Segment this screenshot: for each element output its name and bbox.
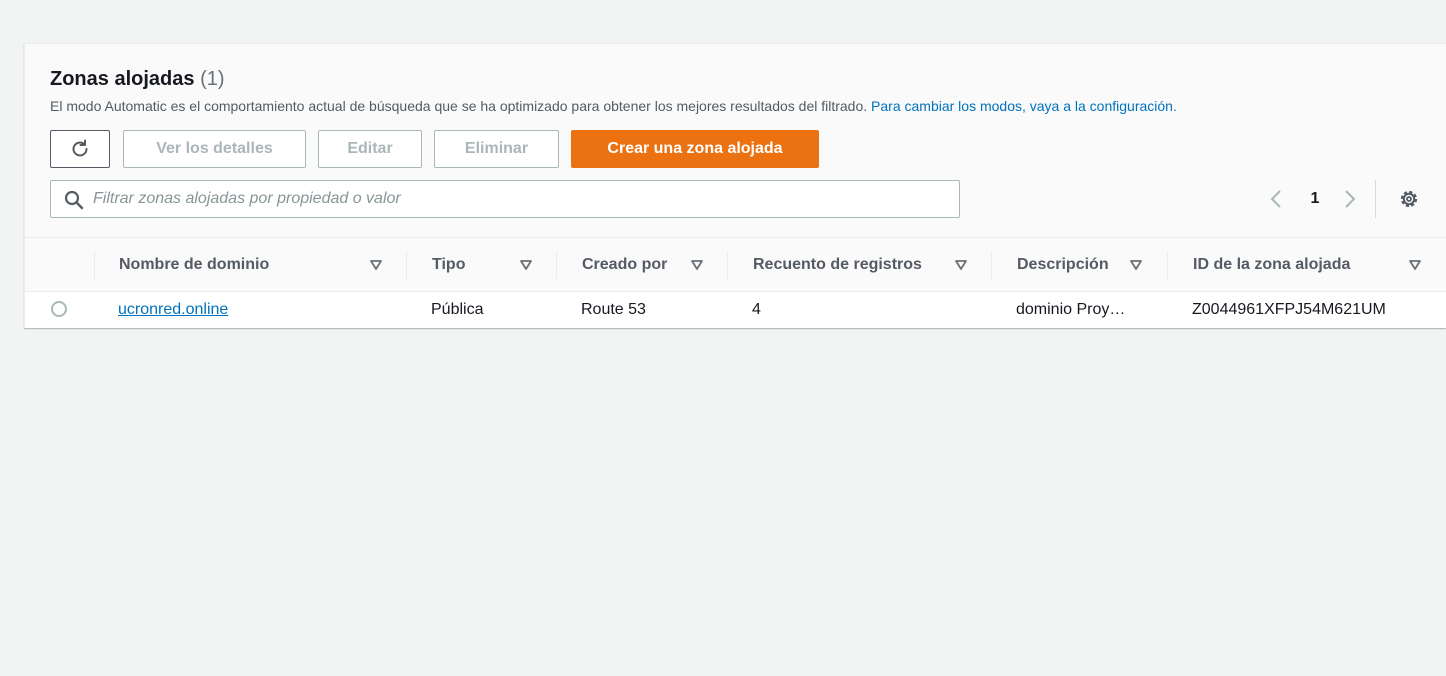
sort-icon	[1409, 260, 1421, 270]
title-count: (1)	[200, 68, 225, 90]
config-link[interactable]: Para cambiar los modos, vaya a la config…	[871, 98, 1177, 114]
column-label: Nombre de dominio	[119, 255, 270, 273]
table-header: Nombre de dominio Tipo Creado por Recuen…	[25, 238, 1446, 292]
create-hosted-zone-button[interactable]: Crear una zona alojada	[571, 130, 819, 168]
record-count-cell: 4	[752, 301, 761, 318]
edit-button[interactable]: Editar	[318, 130, 422, 168]
zone-id-cell: Z0044961XFPJ54M621UM	[1192, 301, 1386, 318]
column-label: Recuento de registros	[753, 255, 922, 273]
column-label: Tipo	[432, 255, 466, 273]
column-divider	[94, 251, 95, 279]
column-divider	[406, 251, 407, 279]
chevron-left-icon[interactable]	[1265, 185, 1287, 213]
sort-icon	[520, 260, 532, 270]
column-header-description[interactable]: Descripción	[1017, 238, 1167, 291]
refresh-icon	[72, 139, 88, 157]
created-by-cell: Route 53	[581, 301, 646, 318]
panel-header: Zonas alojadas (1) El modo Automatic es …	[25, 44, 1446, 238]
delete-button[interactable]: Eliminar	[434, 130, 559, 168]
table-row[interactable]: ucronred.online Pública Route 53 4 domin…	[25, 292, 1446, 328]
gear-icon[interactable]	[1397, 187, 1421, 211]
type-cell: Pública	[431, 301, 484, 318]
description-cell: dominio Proy…	[1016, 301, 1126, 318]
current-page-number[interactable]: 1	[1305, 185, 1325, 213]
description-text: El modo Automatic es el comportamiento a…	[50, 98, 868, 114]
title-text: Zonas alojadas	[50, 68, 195, 90]
column-divider	[556, 251, 557, 279]
view-details-button[interactable]: Ver los detalles	[123, 130, 306, 168]
hosted-zones-panel: Zonas alojadas (1) El modo Automatic es …	[24, 43, 1446, 328]
column-divider	[1167, 251, 1168, 279]
domain-cell: ucronred.online	[118, 292, 398, 328]
row-select-radio[interactable]	[51, 301, 67, 317]
column-header-zone-id[interactable]: ID de la zona alojada	[1193, 238, 1433, 291]
column-label: Descripción	[1017, 255, 1109, 273]
column-divider	[727, 251, 728, 279]
sort-icon	[691, 260, 703, 270]
refresh-button[interactable]	[50, 130, 110, 168]
sort-icon	[955, 260, 967, 270]
column-label: Creado por	[582, 255, 668, 273]
search-icon	[64, 190, 84, 210]
search-input[interactable]	[93, 181, 943, 217]
chevron-right-icon[interactable]	[1339, 185, 1361, 213]
sort-icon	[1130, 260, 1142, 270]
divider	[1375, 180, 1376, 218]
domain-link[interactable]: ucronred.online	[118, 301, 228, 318]
column-header-record-count[interactable]: Recuento de registros	[753, 238, 991, 291]
sort-icon	[370, 260, 382, 270]
column-header-type[interactable]: Tipo	[432, 238, 556, 291]
search-box	[50, 180, 960, 218]
column-header-created-by[interactable]: Creado por	[582, 238, 728, 291]
column-header-domain[interactable]: Nombre de dominio	[119, 238, 409, 291]
column-divider	[991, 251, 992, 279]
filter-mode-description: El modo Automatic es el comportamiento a…	[50, 98, 1177, 114]
page-title: Zonas alojadas (1)	[50, 68, 225, 91]
column-label: ID de la zona alojada	[1193, 255, 1351, 273]
